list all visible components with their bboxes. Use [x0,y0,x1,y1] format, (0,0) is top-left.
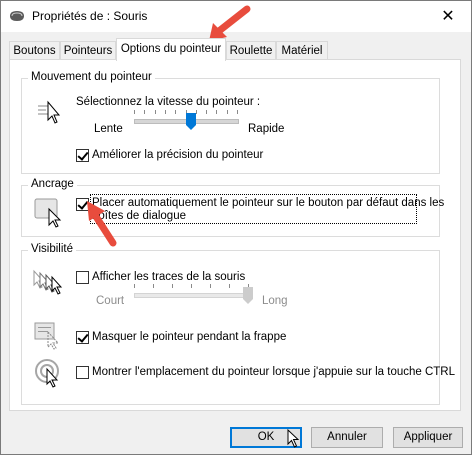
hide-pointer-label[interactable]: Masquer le pointeur pendant la frappe [92,331,286,343]
mouse-cursor-icon [287,428,300,448]
speed-label: Sélectionnez la vitesse du pointeur : [76,96,261,108]
hide-pointer-icon [34,322,60,350]
hide-pointer-checkbox[interactable] [76,331,89,344]
tab-materiel[interactable]: Matériel [276,41,328,59]
visibility-title: Visibilité [28,243,76,255]
slider-tick [134,284,135,288]
ctrl-location-checkbox[interactable] [76,366,89,379]
tab-options-du-pointeur[interactable]: Options du pointeur [116,38,226,61]
fast-label: Rapide [248,123,285,135]
trails-slider-track[interactable] [134,293,250,298]
trails-checkbox[interactable] [76,271,89,284]
pointer-speed-icon [38,100,61,124]
precision-label[interactable]: Améliorer la précision du pointeur [92,149,263,161]
slider-tick [226,110,228,114]
tab-boutons[interactable]: Boutons [9,41,60,59]
tab-panel: Mouvement du pointeur Sélectionnez la vi… [9,59,461,411]
snap-label-line1[interactable]: Placer automatiquement le pointeur sur l… [92,197,444,209]
long-label: Long [262,295,288,307]
close-button[interactable]: ✕ [425,1,471,32]
cancel-button[interactable]: Annuler [311,427,383,448]
slider-tick [206,110,208,114]
slider-tick [210,284,211,288]
window-title: Propriétés de : Souris [32,9,148,23]
slider-tick [175,110,177,114]
show-location-icon [35,359,59,388]
slider-tick [134,110,135,114]
precision-checkbox[interactable] [76,149,89,162]
mouse-app-icon [10,11,24,21]
trails-label[interactable]: Afficher les traces de la souris [92,271,245,283]
mouse-properties-dialog: Propriétés de : Souris ✕ Boutons Pointeu… [0,0,472,455]
slider-tick [164,110,166,114]
slider-tick [237,110,238,114]
slider-tick [195,110,197,114]
slider-tick [144,110,146,114]
close-icon: ✕ [441,8,455,25]
mouse-trails-icon [33,269,63,295]
slider-tick [153,284,154,288]
slider-tick [172,284,173,288]
trails-slider-thumb[interactable] [243,287,253,305]
slider-tick [216,110,218,114]
slider-tick [229,284,230,288]
slider-tick [191,284,192,288]
speed-slider-thumb[interactable] [185,113,196,131]
snap-to-title: Ancrage [28,178,77,190]
snap-to-icon [34,198,62,228]
slow-label: Lente [94,123,123,135]
short-label: Court [96,295,125,307]
apply-button[interactable]: Appliquer [393,427,463,448]
tab-pointeurs[interactable]: Pointeurs [60,41,116,59]
annotation-arrow-icon [87,201,117,247]
ctrl-location-label[interactable]: Montrer l'emplacement du pointeur lorsqu… [92,366,455,378]
slider-tick [154,110,156,114]
pointer-motion-title: Mouvement du pointeur [28,71,155,83]
